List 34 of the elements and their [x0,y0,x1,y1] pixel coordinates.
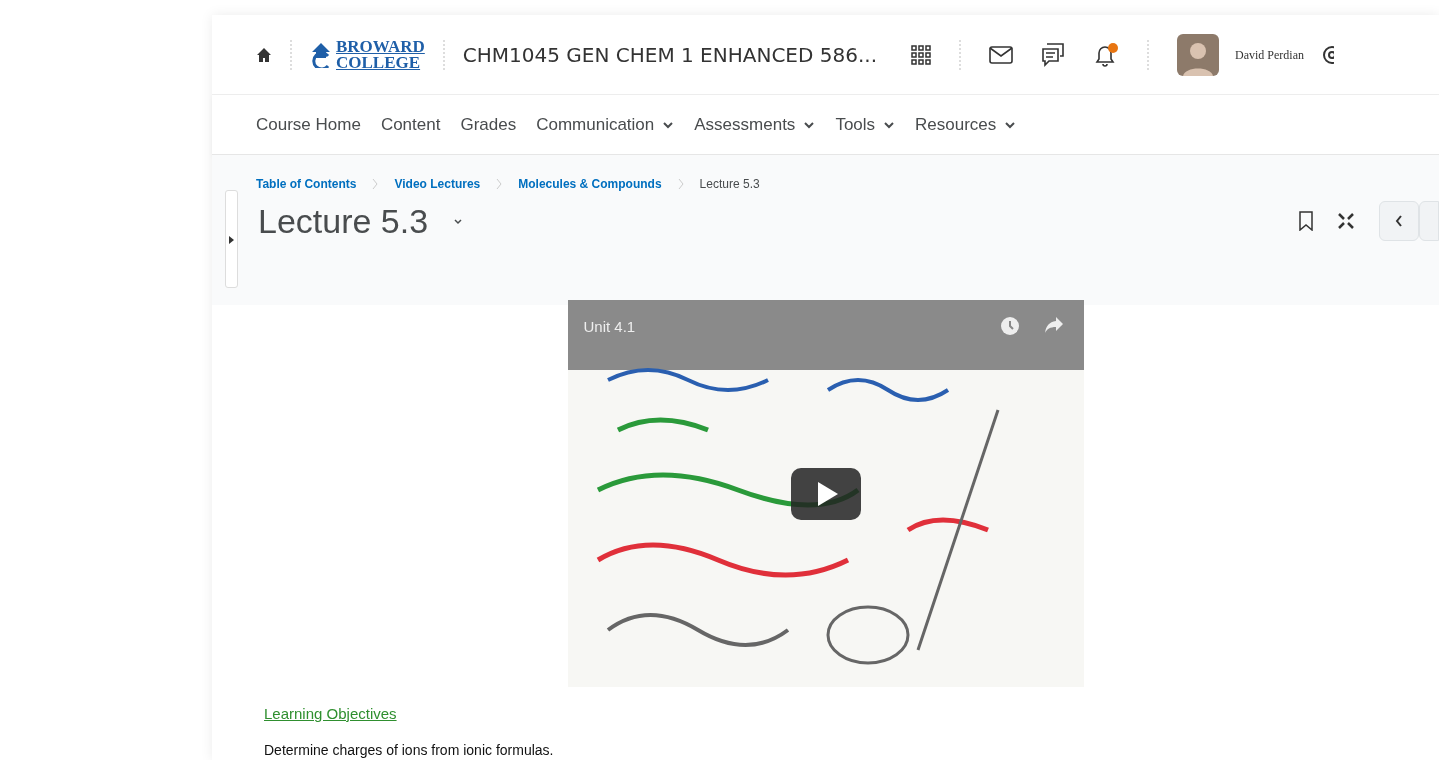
clock-icon[interactable] [999,316,1020,336]
chevron-icon [372,178,379,190]
breadcrumb-current: Lecture 5.3 [699,176,760,193]
section-heading: Learning Objectives [264,704,398,724]
nav-link[interactable]: Assessments [694,111,816,138]
breadcrumb-link[interactable]: Table of Contents [256,175,357,193]
course-title[interactable]: CHM1045 GEN CHEM 1 ENHANCED 586... [462,39,877,70]
bell-icon[interactable] [1093,41,1119,68]
bookmark-icon[interactable] [1299,211,1313,232]
chevron-left-icon[interactable] [1395,215,1403,228]
chevron-icon [496,178,503,190]
caret-right-icon[interactable] [229,236,234,244]
page-title: Lecture 5.3 [258,201,429,242]
home-icon[interactable] [256,46,272,63]
nav-link[interactable]: Tools [835,111,896,138]
apps-grid-icon[interactable] [911,44,931,65]
logo[interactable]: BROWARD COLLEGE [310,39,425,70]
nav-link[interactable]: Communication [536,111,675,138]
breadcrumb-link[interactable]: Video Lectures [394,175,481,193]
nav-link[interactable]: Resources [915,111,1017,138]
sidebar-toggle[interactable] [225,190,238,288]
breadcrumb-link[interactable]: Molecules & Compounds [518,175,662,193]
user-name[interactable]: David Perdian [1235,45,1304,64]
share-icon[interactable] [1043,316,1064,334]
chevron-icon [677,178,684,190]
nav-link[interactable]: Content [380,111,441,138]
objective-text: Determine charges of ions from ionic formulas. [264,740,555,760]
avatar-icon[interactable] [1177,33,1219,76]
video-title: Unit 4.1 [583,317,636,337]
chat-icon[interactable] [1041,42,1065,67]
mail-icon[interactable] [989,45,1013,64]
nav-link[interactable]: Course Home [256,111,361,138]
fullscreen-icon[interactable] [1337,212,1355,231]
nav-link[interactable]: Grades [460,111,517,138]
